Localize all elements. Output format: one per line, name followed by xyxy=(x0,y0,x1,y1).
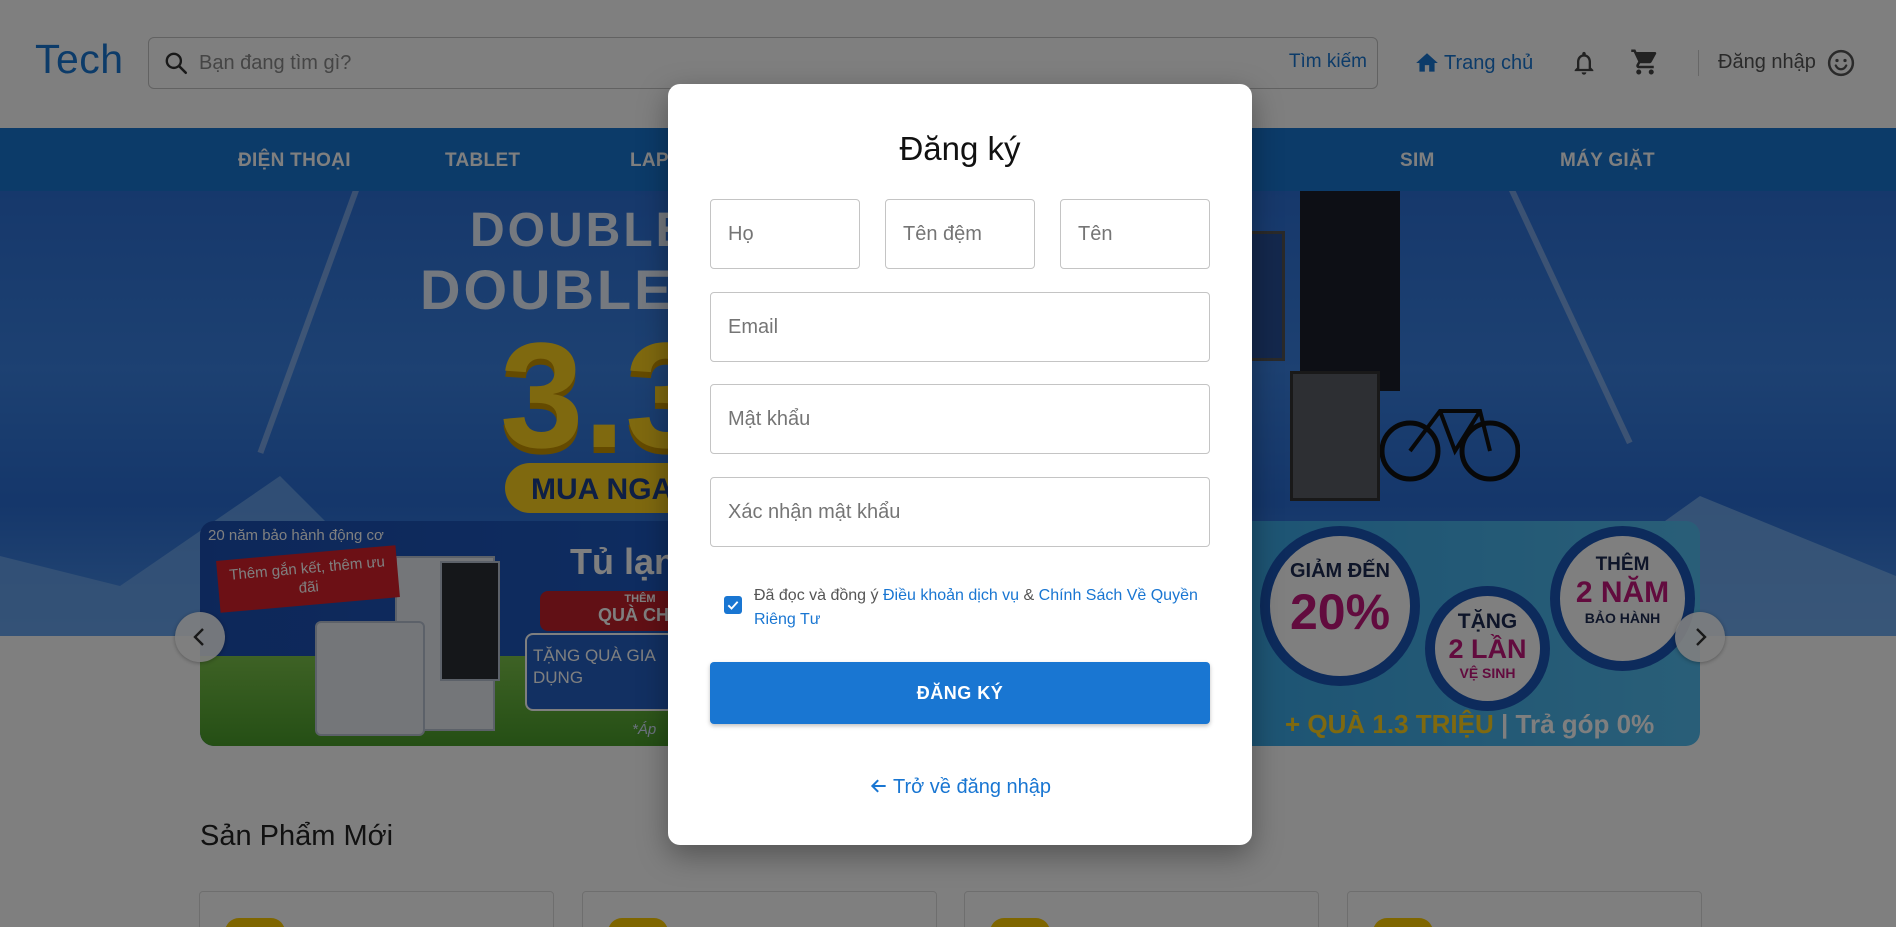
first-name-field xyxy=(710,199,860,269)
modal-title: Đăng ký xyxy=(899,130,1021,167)
last-name-input[interactable] xyxy=(1061,200,1209,268)
confirm-password-input[interactable] xyxy=(711,478,1209,546)
back-to-login-label: Trở về đăng nhập xyxy=(892,776,1052,798)
terms-checkbox[interactable] xyxy=(724,596,742,614)
back-to-login-link[interactable]: Trở về đăng nhập xyxy=(668,776,1252,799)
middle-name-input[interactable] xyxy=(886,200,1034,268)
password-input[interactable] xyxy=(711,385,1209,453)
register-modal: Đăng ký Đã đọc và đồng ý Điều khoản dịch… xyxy=(668,84,1252,845)
email-field xyxy=(710,292,1210,362)
terms-prefix: Đã đọc và đồng ý xyxy=(754,587,879,604)
terms-and: & xyxy=(1023,587,1035,604)
terms-text: Đã đọc và đồng ý Điều khoản dịch vụ & Ch… xyxy=(754,584,1224,632)
check-icon xyxy=(727,601,739,610)
first-name-input[interactable] xyxy=(711,200,859,268)
confirm-password-field xyxy=(710,477,1210,547)
password-field xyxy=(710,384,1210,454)
register-button[interactable]: ĐĂNG KÝ xyxy=(710,662,1210,724)
arrow-left-icon xyxy=(870,779,886,793)
terms-of-service-link[interactable]: Điều khoản dịch vụ xyxy=(883,587,1019,604)
email-input[interactable] xyxy=(711,293,1209,361)
last-name-field xyxy=(1060,199,1210,269)
middle-name-field xyxy=(885,199,1035,269)
